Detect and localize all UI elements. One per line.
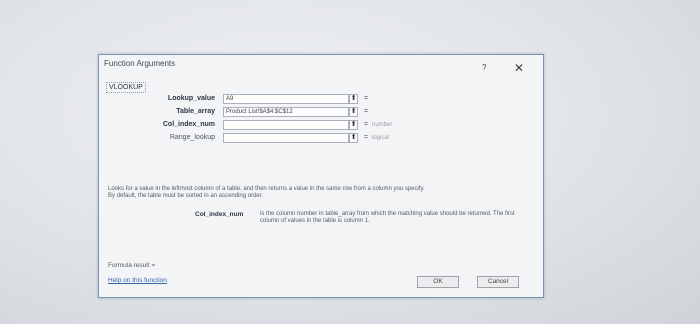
- col-index-num-input[interactable]: [223, 120, 349, 130]
- help-icon[interactable]: ?: [482, 63, 486, 72]
- equals-sign: =: [364, 121, 369, 128]
- function-name: VLOOKUP: [106, 82, 146, 93]
- equals-sign: =: [364, 95, 369, 102]
- arg-result: number: [372, 122, 393, 128]
- range-lookup-input[interactable]: [223, 133, 349, 143]
- arg-help-name: Col_index_num: [195, 211, 244, 218]
- ok-button[interactable]: OK: [417, 276, 459, 288]
- arg-help-text: is the column number in table_array from…: [260, 211, 515, 224]
- arg-row-lookup-value: Lookup_value A9 ⬆ =: [99, 93, 543, 105]
- collapse-dialog-icon[interactable]: ⬆: [349, 107, 358, 117]
- screen: Function Arguments ? ✕ VLOOKUP Lookup_va…: [0, 0, 700, 324]
- arg-label: Col_index_num: [162, 121, 215, 128]
- arg-label: Lookup_value: [167, 95, 215, 102]
- formula-result: Formula result =: [108, 262, 156, 269]
- table-array-input[interactable]: Product List!$A$4:$C$12: [223, 107, 349, 117]
- arg-result: logical: [372, 135, 390, 141]
- help-link[interactable]: Help on this function: [108, 277, 167, 284]
- function-arguments-dialog: Function Arguments ? ✕ VLOOKUP Lookup_va…: [98, 54, 544, 298]
- collapse-dialog-icon[interactable]: ⬆: [349, 120, 358, 130]
- description-line: By default, the table must be sorted in …: [108, 193, 264, 199]
- equals-sign: =: [364, 134, 369, 141]
- arg-row-table-array: Table_array Product List!$A$4:$C$12 ⬆ =: [99, 106, 543, 118]
- dialog-title: Function Arguments: [104, 59, 176, 68]
- equals-sign: =: [364, 108, 369, 115]
- cancel-button[interactable]: Cancel: [477, 276, 519, 288]
- arg-label: Range_lookup: [169, 134, 215, 141]
- lookup-value-input[interactable]: A9: [223, 94, 349, 104]
- arg-label: Table_array: [176, 108, 215, 115]
- close-icon[interactable]: ✕: [514, 62, 524, 74]
- arg-row-col-index-num: Col_index_num ⬆ = number: [99, 119, 543, 131]
- arg-row-range-lookup: Range_lookup ⬆ = logical: [99, 132, 543, 144]
- collapse-dialog-icon[interactable]: ⬆: [349, 94, 358, 104]
- function-description: Looks for a value in the leftmost column…: [108, 186, 538, 200]
- collapse-dialog-icon[interactable]: ⬆: [349, 133, 358, 143]
- description-line: Looks for a value in the leftmost column…: [108, 186, 425, 192]
